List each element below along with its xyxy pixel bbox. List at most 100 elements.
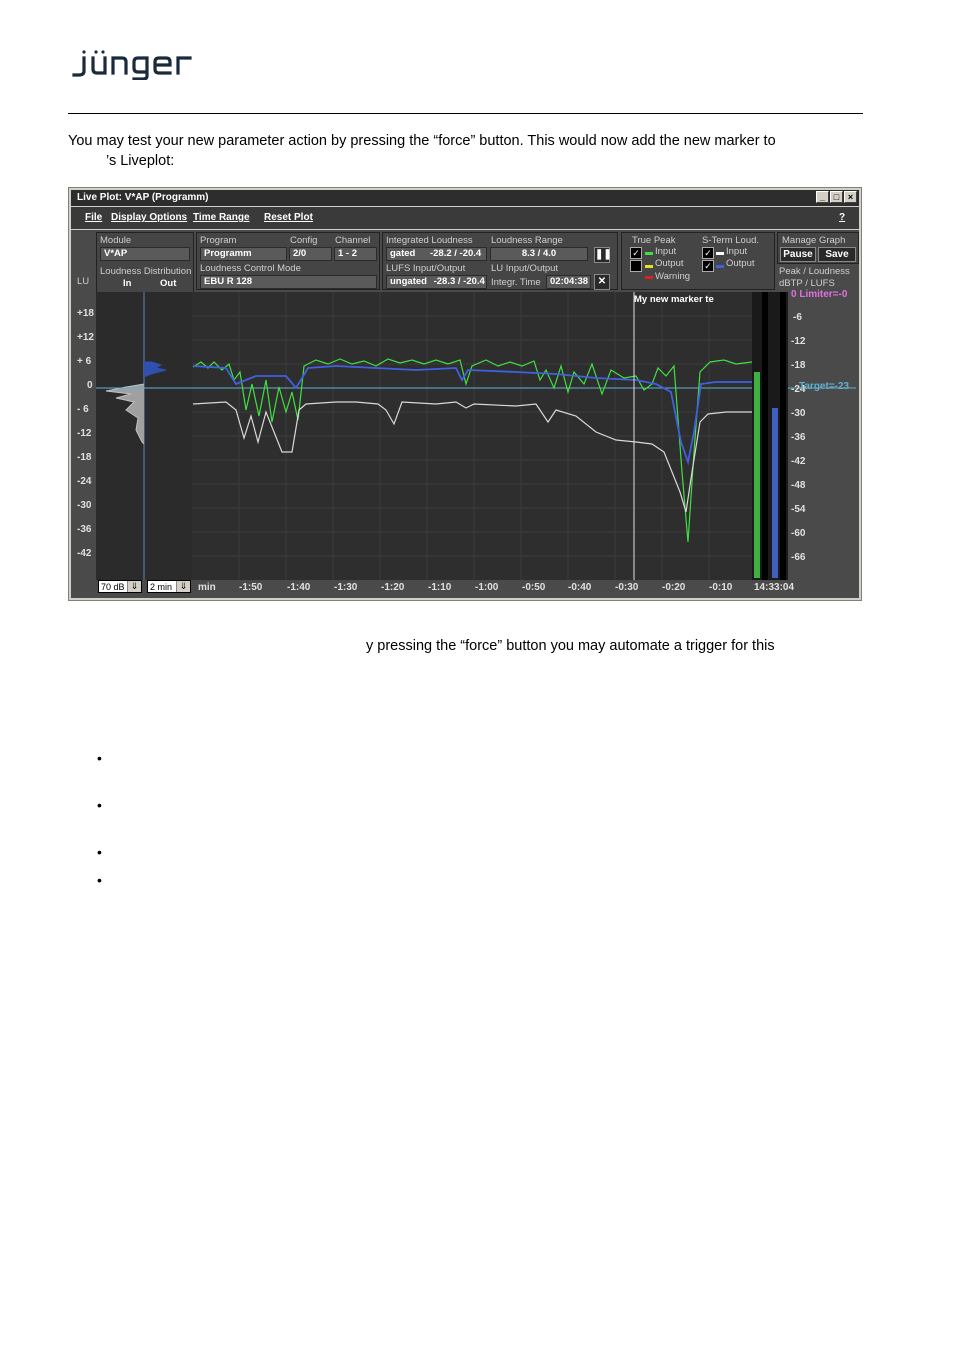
loudness-distribution-label: Loudness Distribution	[100, 266, 192, 277]
range-select-value: 70 dB	[101, 582, 125, 592]
target-label: Target=-23	[799, 381, 850, 392]
chevron-down-icon: ⇓	[176, 581, 190, 592]
right-tick: -30	[791, 408, 806, 419]
minimize-button[interactable]: _	[816, 191, 829, 203]
st-input-swatch	[716, 252, 724, 255]
lu-axis-label: LU	[77, 276, 90, 287]
program-label: Program	[200, 235, 237, 246]
menu-file[interactable]: File	[85, 212, 102, 223]
lu-tick: 0	[87, 380, 93, 391]
lu-tick: -24	[77, 476, 92, 487]
true-peak-input-checkbox[interactable]: ✓	[630, 247, 642, 259]
lu-tick: -36	[77, 524, 92, 535]
menu-reset-plot[interactable]: Reset Plot	[264, 212, 313, 223]
junger-logo	[72, 50, 192, 80]
right-tick: -36	[791, 432, 806, 443]
lufs-mode: ungated	[390, 276, 427, 287]
meter-st-input	[772, 408, 778, 578]
menu-help[interactable]: ?	[839, 212, 845, 223]
distribution-out-pane	[144, 292, 192, 580]
short-term-label: S-Term Loud.	[702, 235, 760, 246]
lufs-io-field: ungated -28.3 / -20.4	[386, 275, 487, 289]
x-tick: -1:30	[334, 582, 358, 593]
config-field: 2/0	[289, 247, 332, 261]
plot-body: Module V*AP Loudness Distribution In Out…	[71, 230, 859, 598]
lufs-io-label: LUFS Input/Output	[386, 263, 466, 274]
x-tick: -1:20	[381, 582, 405, 593]
x-tick: -0:10	[709, 582, 733, 593]
right-tick: -48	[791, 480, 806, 491]
bullet: •	[97, 797, 102, 813]
x-tick: -0:50	[522, 582, 546, 593]
peak-loudness-unit: dBTP / LUFS	[779, 278, 835, 289]
lu-tick: +18	[77, 308, 94, 319]
meter-tp-output	[762, 292, 768, 580]
x-tick: -0:40	[568, 582, 592, 593]
marker-label: My new marker te	[634, 294, 714, 305]
tp-input-swatch	[645, 252, 653, 255]
menu-bar: File Display Options Time Range Reset Pl…	[71, 207, 859, 229]
channel-label: Channel	[335, 235, 371, 246]
intro-paragraph: You may test your new parameter action b…	[68, 133, 776, 149]
bullet: •	[97, 750, 102, 766]
program-field: Programm	[200, 247, 287, 261]
loudness-range-label: Loudness Range	[491, 235, 563, 246]
right-tick: -12	[791, 336, 806, 347]
control-mode-field: EBU R 128	[200, 275, 377, 289]
integration-time-label: Integr. Time	[491, 277, 541, 288]
channel-field: 1 - 2	[334, 247, 377, 261]
module-group: Module V*AP Loudness Distribution In Out	[96, 232, 194, 294]
pause-icon[interactable]: ❚❚	[594, 247, 612, 263]
range-select[interactable]: 70 dB ⇓	[98, 580, 142, 593]
lu-tick: - 6	[77, 404, 89, 415]
window-title: Live Plot: V*AP (Programm)	[77, 192, 209, 203]
meter-st-output	[780, 292, 786, 580]
integrated-value: -28.2 / -20.4	[429, 248, 482, 259]
lu-tick: + 6	[77, 356, 92, 367]
tp-warning-label: Warning	[655, 271, 691, 282]
distribution-in-pane	[96, 292, 144, 580]
true-peak-output-checkbox[interactable]	[630, 260, 642, 272]
peak-loudness-label: Peak / Loudness	[779, 266, 850, 277]
st-output-swatch	[716, 265, 724, 268]
st-output-checkbox[interactable]: ✓	[702, 260, 714, 272]
meter-tp-input	[754, 372, 760, 578]
clock-label: 14:33:04	[754, 582, 795, 593]
maximize-button[interactable]: □	[830, 191, 843, 203]
integration-time-field: 02:04:38	[546, 275, 591, 289]
tp-warning-swatch	[645, 276, 653, 279]
lu-tick: -30	[77, 500, 92, 511]
lu-tick: +12	[77, 332, 94, 343]
loudness-group: Integrated Loudness Loudness Range gated…	[382, 232, 618, 290]
right-tick: -42	[791, 456, 806, 467]
right-tick: -66	[791, 552, 806, 563]
lufs-value: -28.3 / -20.4	[433, 276, 485, 287]
body-paragraph: y pressing the “force” button you may au…	[366, 638, 775, 654]
right-tick: -60	[791, 528, 806, 539]
live-plot-window: Live Plot: V*AP (Programm) _ □ × File Di…	[68, 187, 862, 601]
bullet: •	[97, 844, 102, 860]
st-input-checkbox[interactable]: ✓	[702, 247, 714, 259]
close-icon[interactable]: ✕	[594, 274, 610, 290]
integrated-loudness-label: Integrated Loudness	[386, 235, 473, 246]
st-input-label: Input	[726, 246, 748, 257]
x-tick: -0:20	[662, 582, 686, 593]
tp-output-swatch	[645, 265, 653, 268]
menu-time-range[interactable]: Time Range	[193, 212, 250, 223]
x-unit-label: min	[198, 582, 216, 593]
lu-tick: -12	[77, 428, 92, 439]
tp-output-label: Output	[655, 258, 684, 269]
menu-display-options[interactable]: Display Options	[111, 212, 187, 223]
save-graph-button[interactable]: Save	[818, 247, 856, 262]
lu-io-label: LU Input/Output	[491, 263, 559, 274]
pause-graph-button[interactable]: Pause	[780, 247, 816, 262]
right-tick: -18	[791, 360, 806, 371]
integrated-mode: gated	[390, 248, 416, 259]
lu-tick: -18	[77, 452, 92, 463]
tp-input-label: Input	[655, 246, 677, 257]
time-select[interactable]: 2 min ⇓	[147, 580, 191, 593]
x-tick: -1:10	[428, 582, 452, 593]
close-window-button[interactable]: ×	[844, 191, 857, 203]
plot-area	[96, 292, 856, 580]
loudness-range-field: 8.3 / 4.0	[490, 247, 588, 261]
